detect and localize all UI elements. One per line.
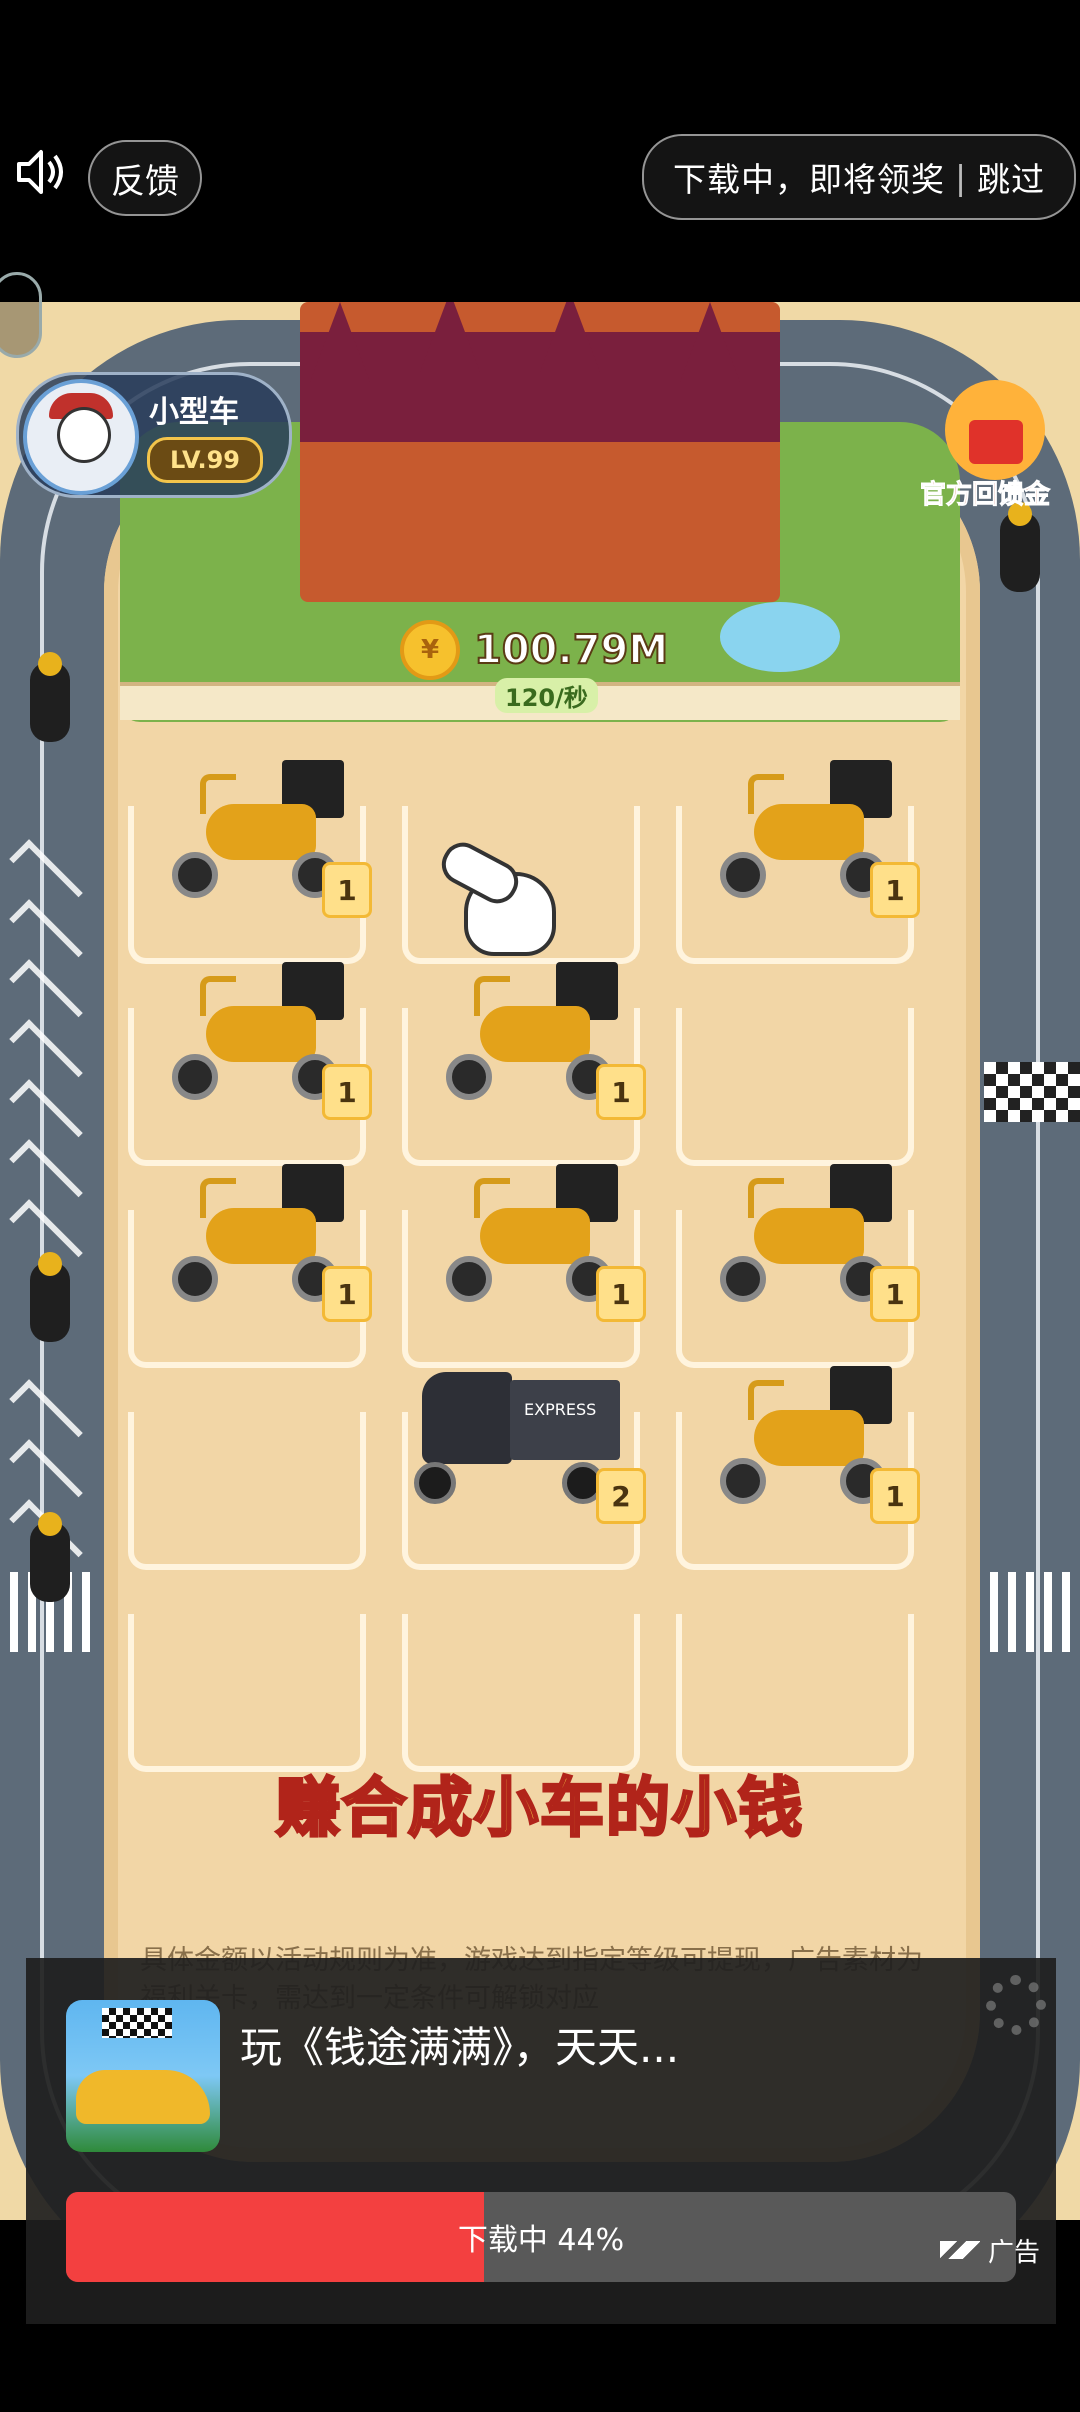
download-progress-button[interactable]: 下载中 44% (66, 2192, 1016, 2282)
express-logo: EXPRESS (524, 1400, 597, 1419)
floating-handle[interactable] (0, 272, 42, 358)
ad-logo-icon (939, 2241, 980, 2259)
speaker-icon (17, 150, 63, 194)
settings-icon[interactable] (986, 1975, 1046, 2035)
merge-slot[interactable] (128, 1412, 366, 1570)
app-icon[interactable] (66, 2000, 220, 2152)
vehicle-level-badge: 1 (322, 862, 372, 918)
merge-slot[interactable] (676, 1614, 914, 1772)
merge-slot[interactable] (402, 1614, 640, 1772)
vehicle-level-badge: 1 (870, 1266, 920, 1322)
merge-grid: 1 1 1 1 1 1 1 EXPRESS 2 1 (0, 302, 1080, 2220)
merge-slot[interactable] (676, 1008, 914, 1166)
vehicle-level-badge: 1 (322, 1064, 372, 1120)
vehicle-level-badge: 1 (596, 1064, 646, 1120)
ad-card[interactable]: 玩《钱途满满》，天天... 下载中 44% (26, 1958, 1056, 2324)
download-status-text: 下载中，即将领奖 (672, 160, 945, 199)
skip-label: 跳过 (977, 160, 1046, 199)
game-area[interactable]: ¥ 100.79M 120/秒 小型车 LV.99 官方回馈金 1111111E… (0, 302, 1080, 2220)
ad-label-text: 广告 (987, 2237, 1040, 2268)
vehicle-level-badge: 1 (596, 1266, 646, 1322)
vehicle-level-badge: 1 (322, 1266, 372, 1322)
separator: | (954, 157, 968, 197)
speaker-button[interactable] (10, 136, 72, 208)
tricycle-vehicle[interactable]: EXPRESS (412, 1366, 620, 1516)
merge-slot[interactable] (128, 1614, 366, 1772)
tap-hand-icon (434, 835, 560, 962)
progress-label: 下载中 44% (457, 2223, 625, 2258)
ad-label: 广告 (920, 2230, 1040, 2270)
skip-button[interactable]: 下载中，即将领奖 | 跳过 (642, 134, 1076, 220)
slogan: 赚合成小车的小钱 (275, 1771, 804, 1848)
feedback-button[interactable]: 反馈 (88, 140, 202, 216)
vehicle-level-badge: 1 (870, 1468, 920, 1524)
vehicle-level-badge: 1 (870, 862, 920, 918)
ad-title[interactable]: 玩《钱途满满》，天天... (240, 2014, 679, 2075)
vehicle-level-badge: 2 (596, 1468, 646, 1524)
